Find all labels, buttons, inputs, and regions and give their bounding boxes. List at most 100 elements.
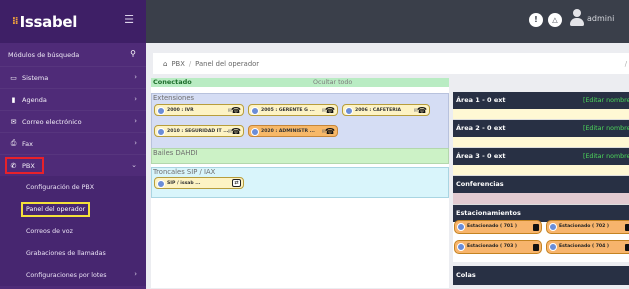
extension-card[interactable]: 2010 : SEGURIDAD IT ... ✉ ☎ <box>154 125 244 137</box>
chevron-right-icon: › <box>134 73 137 81</box>
area-2-panel: Área 2 - 0 ext [Editar nombre <box>453 120 629 148</box>
status-dot-icon <box>457 243 465 251</box>
trunk-card[interactable]: SIP / issab ... ⇄ <box>154 177 244 189</box>
sidebar-subitem-label: Configuraciones por lotes <box>26 271 107 279</box>
phone-icon: ☎ <box>231 127 241 136</box>
connection-status: Conectado <box>151 78 449 87</box>
breadcrumb-trailing: / <box>624 59 627 68</box>
parking-slot-card[interactable]: Estacionado ( 702 ) <box>546 220 629 234</box>
queues-header: Colas <box>453 266 629 285</box>
trunk-label: SIP / issab ... <box>167 180 201 186</box>
extension-card[interactable]: 2020 : ADMINISTR ... ✉ ☎ <box>248 125 338 137</box>
printer-icon: ⎙ <box>10 139 17 147</box>
chevron-right-icon: › <box>134 117 137 125</box>
info-icon[interactable]: ! <box>529 13 543 27</box>
area-3-header: Área 3 - 0 ext [Editar nombre <box>453 148 629 165</box>
parking-label: Estacionado ( 702 ) <box>559 224 610 229</box>
parking-label: Estacionado ( 704 ) <box>559 244 610 249</box>
extension-card[interactable]: 2000 : IVR ✉ ☎ <box>154 104 244 116</box>
book-icon: ▮ <box>11 95 16 104</box>
extensions-box: Extensiones 2000 : IVR ✉ ☎ 2005 : GERENT… <box>151 93 449 149</box>
hamburger-menu-icon[interactable]: ☰ <box>124 13 134 26</box>
sidebar-item-sistema[interactable]: ▭ Sistema › <box>0 66 146 88</box>
breadcrumb-page: Panel del operador <box>195 59 260 68</box>
sidebar-subitem-label: Correos de voz <box>26 227 73 235</box>
dahdi-box: Bailes DAHDI <box>151 148 449 164</box>
sidebar-subitem-configuracion-pbx[interactable]: Configuración de PBX <box>0 176 146 198</box>
breadcrumb-separator: / <box>188 59 192 68</box>
area-1-body <box>453 109 629 120</box>
extension-card[interactable]: 2006 : CAFETERIA ✉ ☎ <box>342 104 430 116</box>
area-1-header: Área 1 - 0 ext [Editar nombre <box>453 92 629 109</box>
parking-icon <box>625 244 629 251</box>
sidebar-subitem-label: Panel del operador <box>21 201 91 217</box>
status-dot-icon <box>251 107 259 115</box>
extension-label: 2005 : GERENTE G ... <box>261 107 315 113</box>
trunk-icon: ⇄ <box>232 179 241 187</box>
extension-label: 2020 : ADMINISTR ... <box>261 128 315 134</box>
area-2-body <box>453 137 629 148</box>
conferences-body <box>453 193 629 205</box>
conferences-header: Conferencias <box>453 176 629 193</box>
area-3-panel: Área 3 - 0 ext [Editar nombre <box>453 148 629 176</box>
status-dot-icon <box>345 107 353 115</box>
user-name[interactable]: admini <box>587 14 614 23</box>
hide-all-link[interactable]: Ocultar todo <box>313 79 352 86</box>
extension-label: 2006 : CAFETERIA <box>355 107 402 113</box>
parking-slot-card[interactable]: Estacionado ( 703 ) <box>454 240 542 254</box>
breadcrumb-section[interactable]: PBX <box>171 60 184 68</box>
queues-panel: Colas <box>453 266 629 285</box>
sidebar-subitem-correos-voz[interactable]: Correos de voz <box>0 220 146 242</box>
sidebar-item-agenda[interactable]: ▮ Agenda › <box>0 88 146 110</box>
status-dot-icon <box>457 223 465 231</box>
edit-name-link[interactable]: [Editar nombre <box>583 120 629 137</box>
area-2-header: Área 2 - 0 ext [Editar nombre <box>453 120 629 137</box>
home-icon[interactable]: ⌂ <box>163 60 167 68</box>
conferences-panel: Conferencias <box>453 176 629 205</box>
search-icon[interactable]: ⚲ <box>130 49 136 58</box>
extension-label: 2000 : IVR <box>167 107 194 113</box>
sidebar: ⁝⁞ Issabel ☰ Módulos de búsqueda ⚲ ▭ Sis… <box>0 0 146 289</box>
sidebar-item-pbx[interactable]: ✆ PBX ⌄ <box>0 154 146 176</box>
parking-label: Estacionado ( 701 ) <box>467 224 518 229</box>
edit-name-link[interactable]: [Editar nombre <box>583 148 629 165</box>
area-3-body <box>453 165 629 176</box>
chevron-right-icon: › <box>134 139 137 147</box>
parking-icon <box>625 224 629 231</box>
chevron-right-icon: › <box>134 270 137 278</box>
parking-slot-card[interactable]: Estacionado ( 704 ) <box>546 240 629 254</box>
area-title: Área 3 - 0 ext <box>456 152 506 160</box>
sidebar-item-correo[interactable]: ✉ Correo electrónico › <box>0 110 146 132</box>
sidebar-item-label: Agenda <box>22 95 47 104</box>
operator-panel: Conectado Extensiones 2000 : IVR ✉ ☎ 200… <box>151 78 449 288</box>
status-dot-icon <box>157 107 165 115</box>
extension-card[interactable]: 2005 : GERENTE G ... ✉ ☎ <box>248 104 338 116</box>
phone-icon: ☎ <box>231 106 241 115</box>
phone-icon: ☎ <box>325 106 335 115</box>
module-search[interactable]: Módulos de búsqueda ⚲ <box>0 44 146 66</box>
sidebar-subitem-label: Configuración de PBX <box>26 183 95 191</box>
edit-name-link[interactable]: [Editar nombre <box>583 92 629 109</box>
parking-panel: Estacionamientos Estacionado ( 701 ) Est… <box>453 205 629 262</box>
monitor-icon: ▭ <box>10 73 17 82</box>
sidebar-subitem-label: Grabaciones de llamadas <box>26 249 106 257</box>
sidebar-subitem-grabaciones[interactable]: Grabaciones de llamadas <box>0 242 146 264</box>
trunks-box: Troncales SIP / IAX SIP / issab ... ⇄ <box>151 167 449 198</box>
sidebar-item-fax[interactable]: ⎙ Fax › <box>0 132 146 154</box>
module-search-label: Módulos de búsqueda <box>8 51 80 59</box>
sidebar-subitem-configuraciones-lotes[interactable]: Configuraciones por lotes › <box>0 264 146 286</box>
chevron-down-icon: ⌄ <box>131 161 137 169</box>
brand[interactable]: ⁝⁞ Issabel ☰ <box>0 0 146 43</box>
user-avatar-icon[interactable] <box>570 9 584 27</box>
sidebar-item-label: Sistema <box>22 73 49 82</box>
brand-name: Issabel <box>19 12 78 31</box>
envelope-icon: ✉ <box>10 117 17 126</box>
area-title: Área 1 - 0 ext <box>456 96 506 104</box>
sidebar-subitem-panel-operador[interactable]: Panel del operador <box>0 198 146 220</box>
logo-icon: ⁝⁞ <box>12 15 19 27</box>
phone-icon: ☎ <box>325 127 335 136</box>
extension-label: 2010 : SEGURIDAD IT ... <box>167 128 229 134</box>
status-dot-icon <box>549 223 557 231</box>
bell-icon[interactable]: △ <box>548 13 562 27</box>
parking-slot-card[interactable]: Estacionado ( 701 ) <box>454 220 542 234</box>
